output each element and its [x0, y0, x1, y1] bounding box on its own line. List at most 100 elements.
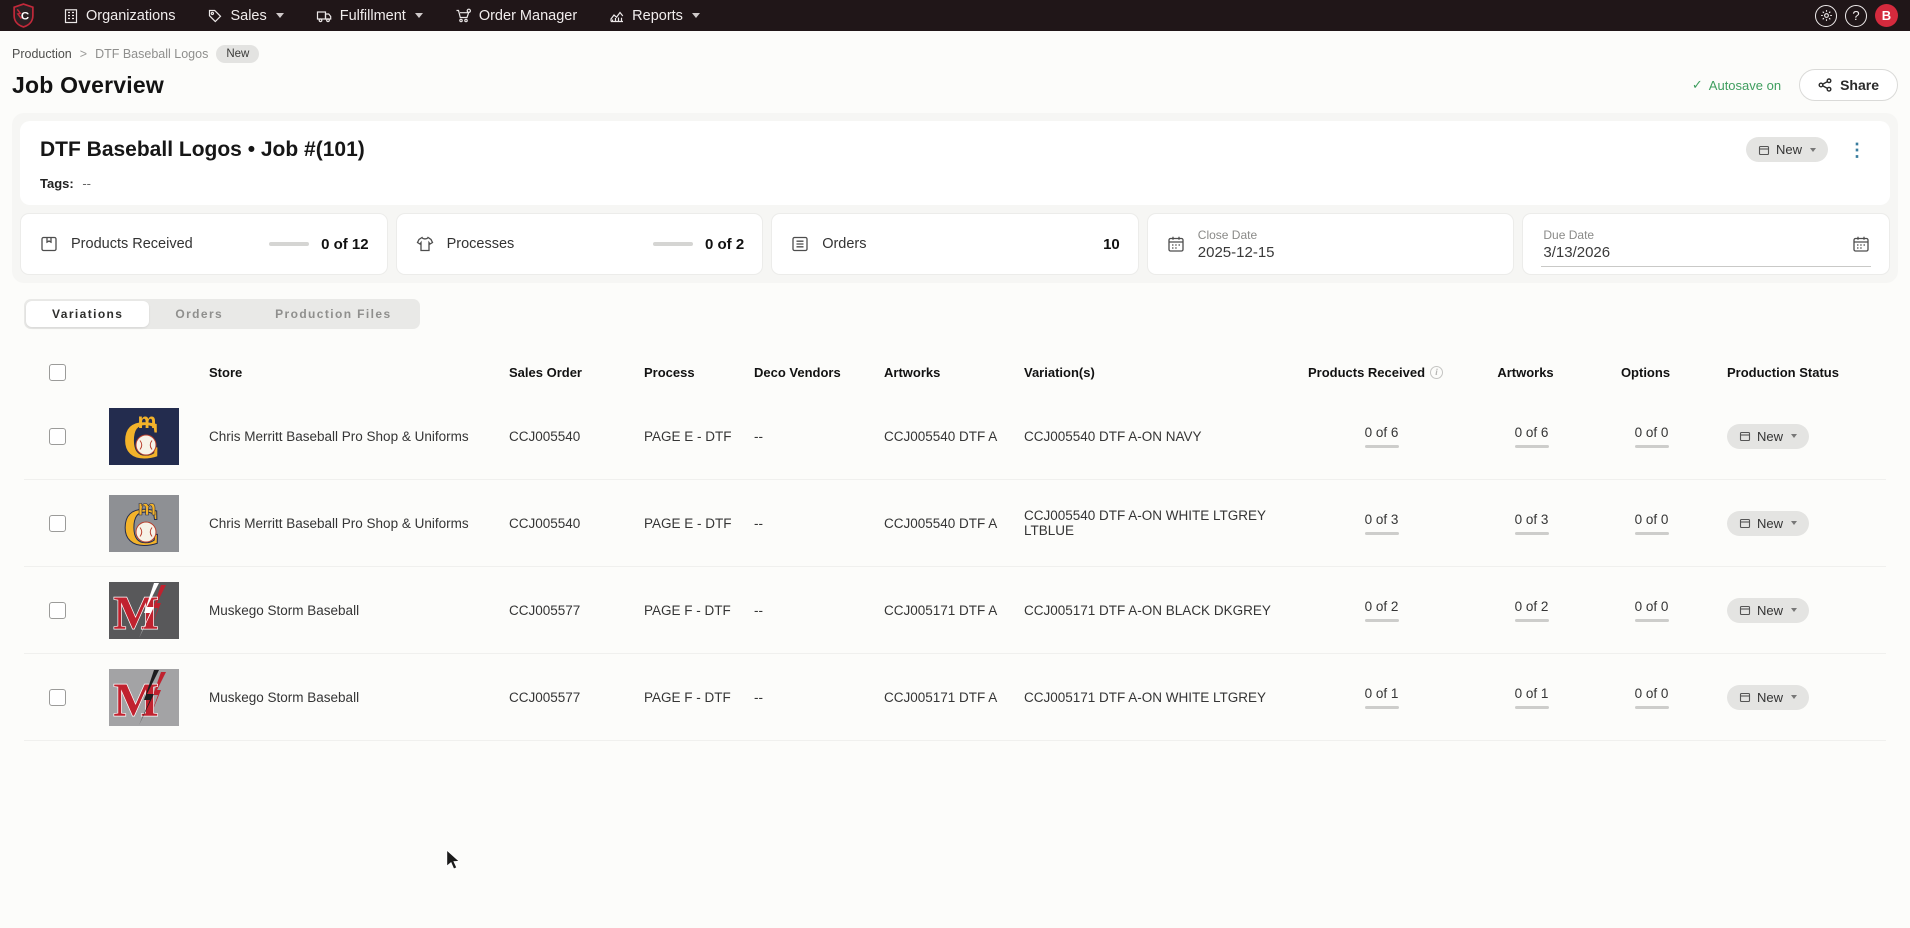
- row-checkbox[interactable]: [49, 515, 66, 532]
- chart-icon: [609, 8, 625, 24]
- breadcrumb-current[interactable]: DTF Baseball Logos: [95, 47, 208, 61]
- select-all-checkbox[interactable]: [49, 364, 66, 381]
- row-status-label: New: [1757, 690, 1783, 705]
- top-nav: C Organizations Sales Fulfillment: [0, 0, 1910, 31]
- row-checkbox[interactable]: [49, 689, 66, 706]
- job-status-label: New: [1776, 142, 1802, 157]
- close-date-value: 2025-12-15: [1198, 244, 1275, 261]
- nav-item-label: Organizations: [86, 8, 175, 24]
- column-header-label: Products Received: [1308, 365, 1425, 380]
- process: PAGE E - DTF: [632, 429, 742, 444]
- store-name: Muskego Storm Baseball: [197, 690, 497, 705]
- stat-label: Orders: [822, 236, 866, 252]
- user-avatar[interactable]: B: [1875, 4, 1898, 27]
- tab-variations[interactable]: Variations: [26, 301, 149, 327]
- svg-text:C: C: [21, 11, 29, 23]
- artworks: CCJ005171 DTF A: [872, 603, 1012, 618]
- nav-item-order-manager[interactable]: Order Manager: [455, 8, 577, 24]
- column-header-sales-order: Sales Order: [497, 365, 632, 380]
- nav-item-label: Reports: [632, 8, 683, 24]
- row-status-dropdown[interactable]: New: [1727, 685, 1809, 710]
- calendar-icon[interactable]: [1851, 234, 1871, 254]
- tag-icon: [207, 8, 223, 24]
- info-icon[interactable]: i: [1430, 366, 1443, 379]
- column-header-options: Options: [1588, 365, 1703, 380]
- variation: CCJ005171 DTF A-ON BLACK DKGREY: [1012, 603, 1288, 618]
- job-more-actions-button[interactable]: ⋮: [1844, 139, 1870, 161]
- count-value: 0 of 6: [1365, 425, 1399, 440]
- share-button[interactable]: Share: [1799, 69, 1898, 101]
- row-status-label: New: [1757, 516, 1783, 531]
- nav-item-reports[interactable]: Reports: [609, 8, 700, 24]
- store-name: Chris Merritt Baseball Pro Shop & Unifor…: [197, 516, 497, 531]
- stat-value: 0 of 2: [705, 236, 744, 253]
- nav-menu: Organizations Sales Fulfillment Order Ma…: [63, 8, 700, 24]
- app-logo[interactable]: C: [12, 3, 35, 28]
- chevron-down-icon: [276, 13, 284, 18]
- store-logo: M: [109, 669, 179, 726]
- row-status-dropdown[interactable]: New: [1727, 424, 1809, 449]
- options-count: 0 of 0: [1588, 686, 1703, 709]
- column-header-production-status: Production Status: [1703, 365, 1886, 380]
- count-progress-bar: [1635, 619, 1669, 622]
- deco-vendors: --: [742, 603, 872, 618]
- nav-item-sales[interactable]: Sales: [207, 8, 283, 24]
- job-status-dropdown[interactable]: New: [1746, 137, 1828, 162]
- chevron-down-icon: [692, 13, 700, 18]
- page-title: Job Overview: [12, 72, 164, 99]
- stat-card-due-date[interactable]: Due Date 3/13/2026: [1522, 213, 1890, 275]
- artworks-count: 0 of 1: [1463, 686, 1588, 709]
- nav-item-organizations[interactable]: Organizations: [63, 8, 175, 24]
- due-date-input-underline: [1541, 266, 1871, 267]
- autosave-label: Autosave on: [1709, 78, 1781, 93]
- count-progress-bar: [1365, 532, 1399, 535]
- building-icon: [63, 8, 79, 24]
- breadcrumb: Production > DTF Baseball Logos New: [12, 45, 1898, 63]
- options-count: 0 of 0: [1588, 599, 1703, 622]
- share-icon: [1818, 78, 1832, 92]
- count-progress-bar: [1515, 706, 1549, 709]
- column-header-artworks: Artworks: [872, 365, 1012, 380]
- count-value: 0 of 0: [1635, 686, 1669, 701]
- help-label: ?: [1852, 8, 1859, 23]
- package-icon: [39, 234, 59, 254]
- due-date-value[interactable]: 3/13/2026: [1543, 244, 1610, 261]
- count-value: 0 of 2: [1515, 599, 1549, 614]
- svg-text:m: m: [137, 497, 156, 520]
- nav-item-fulfillment[interactable]: Fulfillment: [316, 8, 423, 24]
- row-status-dropdown[interactable]: New: [1727, 598, 1809, 623]
- artworks-count: 0 of 6: [1463, 425, 1588, 448]
- artworks: CCJ005171 DTF A: [872, 690, 1012, 705]
- breadcrumb-production-link[interactable]: Production: [12, 47, 72, 61]
- check-icon: ✓: [1692, 77, 1703, 93]
- stat-label: Processes: [447, 236, 515, 252]
- tab-orders[interactable]: Orders: [149, 301, 249, 327]
- due-date-label: Due Date: [1543, 228, 1610, 242]
- variation: CCJ005540 DTF A-ON WHITE LTGREY LTBLUE: [1012, 508, 1288, 538]
- chevron-down-icon: [1791, 695, 1797, 699]
- table-row: C m Chris Merritt Baseball Pro Shop & Un…: [24, 393, 1886, 480]
- store-name: Muskego Storm Baseball: [197, 603, 497, 618]
- svg-text:m: m: [137, 410, 156, 433]
- row-status-dropdown[interactable]: New: [1727, 511, 1809, 536]
- autosave-indicator: ✓ Autosave on: [1692, 77, 1781, 93]
- help-button[interactable]: ?: [1845, 5, 1867, 27]
- chevron-down-icon: [1791, 434, 1797, 438]
- truck-icon: [316, 8, 333, 24]
- count-progress-bar: [1635, 706, 1669, 709]
- progress-bar: [269, 242, 309, 246]
- count-progress-bar: [1515, 532, 1549, 535]
- sales-order: CCJ005540: [497, 429, 632, 444]
- stat-value: 0 of 12: [321, 236, 369, 253]
- count-value: 0 of 1: [1365, 686, 1399, 701]
- count-value: 0 of 3: [1365, 512, 1399, 527]
- share-label: Share: [1840, 77, 1879, 93]
- column-header-store: Store: [197, 365, 497, 380]
- row-checkbox[interactable]: [49, 428, 66, 445]
- column-header-deco-vendors: Deco Vendors: [742, 365, 872, 380]
- tab-production-files[interactable]: Production Files: [249, 301, 417, 327]
- settings-button[interactable]: [1815, 5, 1837, 27]
- row-checkbox[interactable]: [49, 602, 66, 619]
- stats-row: Products Received 0 of 12 Processes 0 of…: [20, 213, 1890, 275]
- sales-order: CCJ005540: [497, 516, 632, 531]
